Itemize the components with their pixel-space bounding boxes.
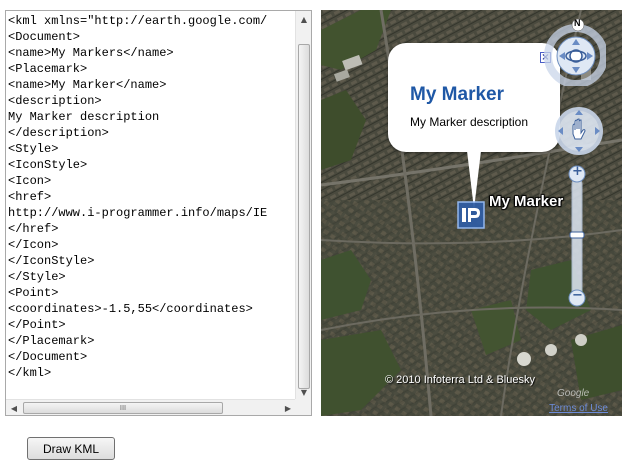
kml-line: <coordinates>-1.5,55</coordinates> xyxy=(8,302,253,316)
horizontal-scroll-thumb[interactable]: III xyxy=(23,402,223,414)
kml-line: http://www.i-programmer.info/maps/IE xyxy=(8,206,268,220)
kml-line: <Document> xyxy=(8,30,81,44)
kml-line: </Point> xyxy=(8,318,66,332)
zoom-out-icon[interactable]: − xyxy=(572,288,583,303)
kml-line: <Style> xyxy=(8,142,59,156)
kml-line: </Style> xyxy=(8,270,66,284)
kml-line: <kml xmlns="http://earth.google.com/ xyxy=(8,14,268,28)
kml-line: </Document> xyxy=(8,350,88,364)
kml-line: </description> xyxy=(8,126,109,140)
kml-line: <Point> xyxy=(8,286,59,300)
scroll-right-arrow-icon[interactable]: ▶ xyxy=(280,400,296,416)
kml-line: </kml> xyxy=(8,366,52,380)
pan-control-hand-icon[interactable] xyxy=(554,106,604,156)
vertical-scrollbar[interactable]: ▲ ▼ xyxy=(295,11,311,400)
info-balloon: × My Marker My Marker description xyxy=(388,43,560,152)
google-logo: Google xyxy=(557,388,590,399)
horizontal-scrollbar[interactable]: ◀ III ▶ xyxy=(6,399,296,415)
scrollbar-corner xyxy=(295,399,311,415)
kml-textarea[interactable]: <kml xmlns="http://earth.google.com/ <Doc… xyxy=(5,10,312,416)
imagery-copyright: © 2010 Infoterra Ltd & Bluesky xyxy=(385,374,535,386)
zoom-in-icon[interactable]: + xyxy=(572,164,583,179)
kml-line: <name>My Markers</name> xyxy=(8,46,174,60)
kml-text-content[interactable]: <kml xmlns="http://earth.google.com/ <Doc… xyxy=(6,11,296,400)
earth-map-view[interactable]: × My Marker My Marker description My Mar… xyxy=(321,10,622,416)
vertical-scroll-thumb[interactable] xyxy=(298,44,310,389)
kml-line: </href> xyxy=(8,222,59,236)
scroll-up-arrow-icon[interactable]: ▲ xyxy=(296,11,312,27)
draw-kml-button[interactable]: Draw KML xyxy=(27,437,115,460)
kml-line: <Placemark> xyxy=(8,62,88,76)
kml-line: <IconStyle> xyxy=(8,158,88,172)
kml-line: <description> xyxy=(8,94,102,108)
placemark-marker-icon[interactable] xyxy=(456,200,486,230)
kml-line: My Marker description xyxy=(8,110,160,124)
balloon-description: My Marker description xyxy=(410,115,529,129)
kml-line: </Icon> xyxy=(8,238,59,252)
terms-of-use-link[interactable]: Terms of Use xyxy=(549,403,608,414)
kml-line: <name>My Marker</name> xyxy=(8,78,167,92)
kml-line: </IconStyle> xyxy=(8,254,95,268)
kml-line: </Placemark> xyxy=(8,334,95,348)
placemark-label: My Marker xyxy=(489,193,564,210)
compass-north-label: N xyxy=(574,18,581,28)
scroll-down-arrow-icon[interactable]: ▼ xyxy=(296,384,312,400)
kml-line: <href> xyxy=(8,190,52,204)
kml-line: <Icon> xyxy=(8,174,52,188)
look-control-compass-icon[interactable] xyxy=(536,16,606,86)
scroll-left-arrow-icon[interactable]: ◀ xyxy=(6,400,22,416)
balloon-title: My Marker xyxy=(410,84,504,105)
